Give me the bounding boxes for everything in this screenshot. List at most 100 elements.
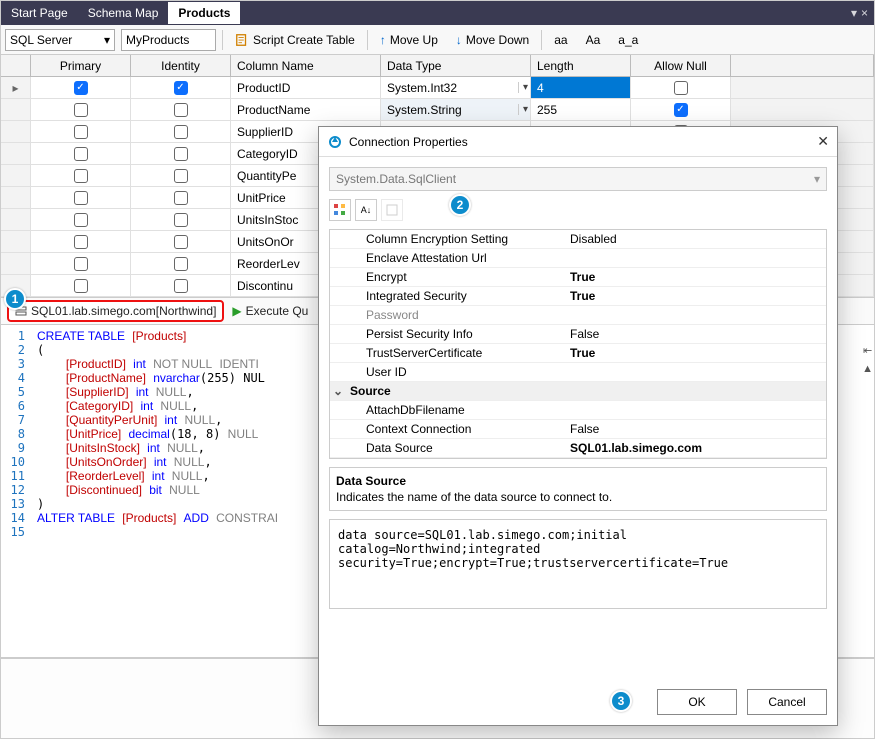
provider-select[interactable]: System.Data.SqlClient — [329, 167, 827, 191]
checkbox[interactable] — [74, 279, 88, 293]
row-marker — [1, 187, 31, 208]
checkbox[interactable] — [174, 125, 188, 139]
checkbox[interactable] — [174, 257, 188, 271]
pin-icon[interactable]: ▾ — [851, 6, 857, 20]
property-description-title: Data Source — [336, 474, 820, 488]
checkbox[interactable] — [74, 147, 88, 161]
scroll-controls[interactable]: ⇤ ▲ — [862, 344, 873, 375]
datatype-header[interactable]: Data Type — [381, 55, 531, 76]
line-gutter: 123456789101112131415 — [1, 325, 31, 657]
checkbox[interactable] — [174, 213, 188, 227]
checkbox[interactable] — [174, 235, 188, 249]
categorized-view-button[interactable] — [329, 199, 351, 221]
property-category[interactable]: ⌄Source — [330, 382, 826, 401]
pages-icon — [385, 203, 399, 217]
property-row[interactable]: Enclave Attestation Url — [330, 249, 826, 268]
checkbox[interactable] — [74, 169, 88, 183]
toolbar-separator-2 — [367, 30, 368, 50]
tab-start-page[interactable]: Start Page — [1, 2, 78, 24]
checkbox[interactable] — [174, 191, 188, 205]
property-row[interactable]: User ID — [330, 363, 826, 382]
execute-query-button[interactable]: ▶ Execute Qu — [232, 304, 308, 318]
property-row[interactable]: Context ConnectionFalse — [330, 420, 826, 439]
checkbox[interactable] — [74, 257, 88, 271]
checkbox[interactable] — [674, 103, 688, 117]
callout-1: 1 — [4, 288, 26, 310]
property-row[interactable]: Password — [330, 306, 826, 325]
property-grid[interactable]: Column Encryption SettingDisabledEnclave… — [329, 229, 827, 459]
checkbox[interactable] — [174, 81, 188, 95]
property-row[interactable]: EncryptTrue — [330, 268, 826, 287]
table-name-value: MyProducts — [126, 33, 189, 47]
ok-button[interactable]: OK — [657, 689, 737, 715]
identity-header[interactable]: Identity — [131, 55, 231, 76]
cancel-button[interactable]: Cancel — [747, 689, 827, 715]
alphabetical-view-button[interactable]: A↓ — [355, 199, 377, 221]
play-icon: ▶ — [232, 304, 241, 318]
table-row[interactable]: ProductNameSystem.String▾255 — [1, 99, 874, 121]
execute-label: Execute Qu — [246, 304, 309, 318]
allownull-header[interactable]: Allow Null — [631, 55, 731, 76]
grid-filler — [731, 55, 874, 76]
property-pages-button — [381, 199, 403, 221]
property-row[interactable]: Failover Partner — [330, 458, 826, 459]
toolbar-separator — [222, 30, 223, 50]
db-type-select[interactable]: SQL Server ▾ — [5, 29, 115, 51]
callout-2: 2 — [449, 194, 471, 216]
checkbox[interactable] — [74, 191, 88, 205]
checkbox[interactable] — [174, 147, 188, 161]
property-row[interactable]: Persist Security InfoFalse — [330, 325, 826, 344]
row-marker: ▸ — [1, 77, 31, 98]
scroll-up-icon[interactable]: ▲ — [862, 363, 873, 375]
server-connection-tag[interactable]: SQL01.lab.simego.com[Northwind] — [7, 300, 224, 322]
checkbox[interactable] — [74, 125, 88, 139]
move-up-button[interactable]: ↑ Move Up — [374, 31, 444, 49]
dialog-close-button[interactable]: ✕ — [817, 133, 829, 150]
connection-string-box[interactable]: data source=SQL01.lab.simego.com;initial… — [329, 519, 827, 609]
row-marker — [1, 99, 31, 120]
checkbox[interactable] — [174, 103, 188, 117]
checkbox[interactable] — [74, 213, 88, 227]
case-underscore-button[interactable]: a_a — [612, 31, 644, 49]
property-row[interactable]: Integrated SecurityTrue — [330, 287, 826, 306]
row-marker — [1, 121, 31, 142]
provider-value: System.Data.SqlClient — [336, 172, 456, 186]
move-down-button[interactable]: ↓ Move Down — [450, 31, 535, 49]
checkbox[interactable] — [174, 279, 188, 293]
document-tabs: Start Page Schema Map Products ▾ × — [1, 1, 874, 25]
checkbox[interactable] — [74, 235, 88, 249]
grid-header: Primary Identity Column Name Data Type L… — [1, 55, 874, 77]
move-down-label: Move Down — [466, 33, 529, 47]
row-marker — [1, 231, 31, 252]
checkbox[interactable] — [74, 103, 88, 117]
case-lower-button[interactable]: aa — [548, 31, 573, 49]
checkbox[interactable] — [174, 169, 188, 183]
toolbar-separator-3 — [541, 30, 542, 50]
case-title-button[interactable]: Aa — [580, 31, 607, 49]
table-row[interactable]: ▸ProductIDSystem.Int32▾4 — [1, 77, 874, 99]
dialog-titlebar[interactable]: Connection Properties ✕ — [319, 127, 837, 157]
property-description-text: Indicates the name of the data source to… — [336, 490, 820, 504]
connection-properties-dialog: Connection Properties ✕ System.Data.SqlC… — [318, 126, 838, 726]
table-name-input[interactable]: MyProducts — [121, 29, 216, 51]
tab-products[interactable]: Products — [168, 2, 240, 24]
property-row[interactable]: AttachDbFilename — [330, 401, 826, 420]
property-row[interactable]: TrustServerCertificateTrue — [330, 344, 826, 363]
arrow-up-icon: ↑ — [380, 33, 386, 47]
property-row[interactable]: Data SourceSQL01.lab.simego.com — [330, 439, 826, 458]
script-icon — [235, 33, 249, 47]
split-left-icon[interactable]: ⇤ — [863, 344, 872, 357]
script-create-table-button[interactable]: Script Create Table — [229, 31, 361, 49]
colname-header[interactable]: Column Name — [231, 55, 381, 76]
checkbox[interactable] — [74, 81, 88, 95]
row-marker — [1, 143, 31, 164]
length-header[interactable]: Length — [531, 55, 631, 76]
arrow-down-icon: ↓ — [456, 33, 462, 47]
primary-header[interactable]: Primary — [31, 55, 131, 76]
checkbox[interactable] — [674, 81, 688, 95]
categorized-icon — [333, 203, 347, 217]
property-row[interactable]: Column Encryption SettingDisabled — [330, 230, 826, 249]
tab-schema-map[interactable]: Schema Map — [78, 2, 169, 24]
main-toolbar: SQL Server ▾ MyProducts Script Create Ta… — [1, 25, 874, 55]
close-tab-icon[interactable]: × — [861, 6, 868, 20]
